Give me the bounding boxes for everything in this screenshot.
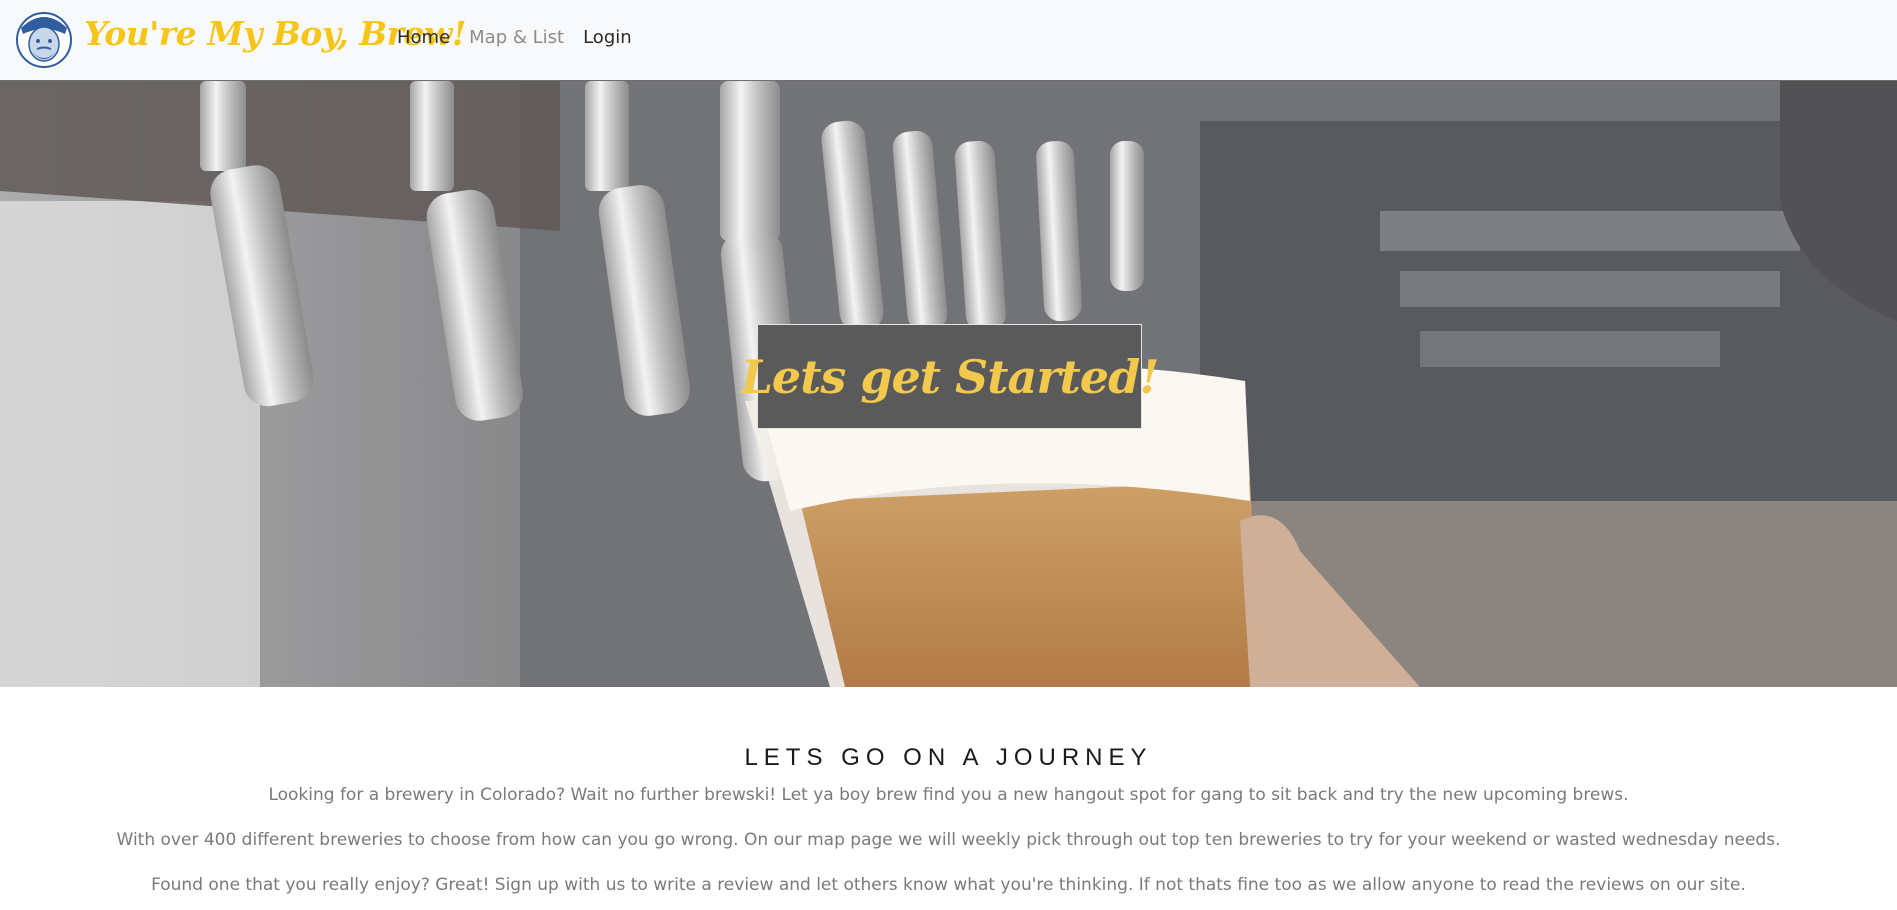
nav-home-link[interactable]: Home bbox=[397, 27, 459, 48]
intro-paragraph-2: With over 400 different breweries to cho… bbox=[116, 830, 1781, 850]
intro-paragraph-3: Found one that you really enjoy? Great! … bbox=[151, 875, 1746, 895]
sailor-logo-icon[interactable] bbox=[15, 6, 73, 70]
nav-login-link[interactable]: Login bbox=[583, 27, 641, 48]
hero-banner: Lets get Started! bbox=[0, 81, 1897, 687]
hero-title: Lets get Started! bbox=[740, 349, 1160, 404]
nav-links: Home Map & List Login bbox=[397, 27, 651, 48]
section-heading: LETS GO ON A JOURNEY bbox=[744, 744, 1153, 771]
hero-title-box: Lets get Started! bbox=[741, 324, 1159, 429]
nav-map-list-link[interactable]: Map & List bbox=[469, 27, 573, 48]
navbar: You're My Boy, Brew! Home Map & List Log… bbox=[0, 0, 1897, 81]
intro-paragraph-1: Looking for a brewery in Colorado? Wait … bbox=[268, 785, 1629, 805]
